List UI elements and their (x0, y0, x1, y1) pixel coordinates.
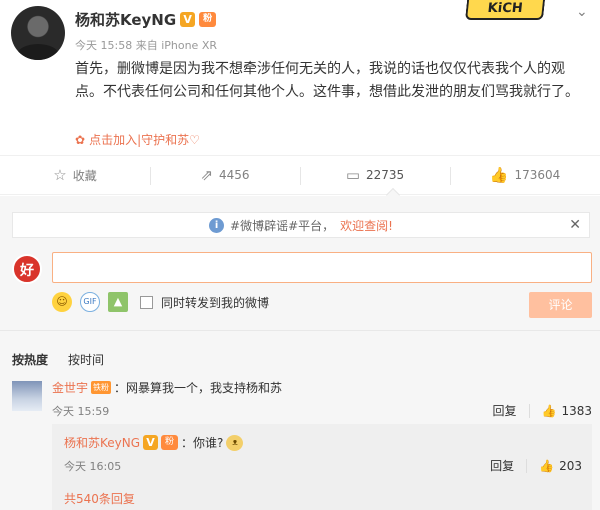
reply-author-name[interactable]: 杨和苏KeyNG (64, 434, 140, 451)
notice-link[interactable]: 欢迎查阅! (340, 217, 393, 234)
reply-like-button[interactable]: 👍 203 (539, 459, 582, 473)
rumor-notice: i #微博辟谣#平台， 欢迎查阅! ✕ (12, 212, 590, 238)
comment-text-line: 金世宇 铁粉 ：网暴算我一个，我支持杨和苏 (52, 379, 282, 396)
commenter-avatar[interactable] (12, 381, 42, 411)
reply-text: ：你谁? (181, 436, 224, 450)
comment-tools: ☺ GIF ▲ 同时转发到我的微博 (52, 292, 269, 312)
author-avatar[interactable] (11, 6, 65, 60)
tab-time[interactable]: 按时间 (68, 351, 104, 368)
comment-panel: i #微博辟谣#平台， 欢迎查阅! ✕ 好 ☺ GIF ▲ 同时转发到我的微博 评… (0, 196, 600, 510)
reply-ops: 回复 👍 203 (490, 457, 582, 474)
flower-icon: ✿ (75, 132, 86, 147)
sort-tabs: 按热度 按时间 (12, 351, 104, 368)
divider (0, 330, 600, 331)
fan-badge-icon: 铁粉 (91, 381, 112, 394)
favorite-button[interactable]: ☆ 收藏 (0, 156, 150, 194)
weibo-post: 杨和苏KeyNG V 粉 今天 15:58 来自 iPhone XR KiCH … (0, 0, 600, 155)
comment-ops: 回复 👍 1383 (492, 402, 592, 419)
star-icon: ☆ (53, 166, 67, 184)
reply-box: 杨和苏KeyNG V 粉 ：你谁? ᴥ 今天 16:05 回复 👍 203 共5… (52, 424, 592, 510)
chevron-down-icon[interactable]: ⌄ (576, 4, 588, 20)
reply-button[interactable]: 回复 (492, 402, 516, 419)
comment-text: ：网暴算我一个，我支持杨和苏 (114, 381, 283, 395)
author-name[interactable]: 杨和苏KeyNG (75, 9, 176, 30)
thumbs-up-icon: 👍 (541, 403, 557, 418)
like-count: 173604 (514, 168, 561, 182)
reply-button[interactable]: 回复 (490, 457, 514, 474)
repost-icon: ⇗ (200, 166, 214, 184)
repost-count: 4456 (219, 168, 250, 182)
action-bar: ☆ 收藏 ⇗ 4456 ▭ 22735 👍 173604 (0, 155, 600, 195)
gif-icon[interactable]: GIF (80, 292, 100, 312)
emoji-icon[interactable]: ☺ (52, 292, 72, 312)
fan-badge-icon: 粉 (161, 435, 179, 450)
divider (526, 458, 528, 473)
comment-icon: ▭ (345, 166, 360, 184)
forward-label: 同时转发到我的微博 (161, 295, 270, 310)
thumbs-up-icon: 👍 (489, 166, 509, 184)
tab-hot[interactable]: 按热度 (12, 351, 48, 368)
verified-icon: V (143, 435, 159, 450)
more-replies-link[interactable]: 共540条回复 (64, 490, 135, 507)
fan-badge-icon: 粉 (199, 12, 217, 27)
verified-icon: V (180, 12, 196, 27)
favorite-label: 收藏 (72, 168, 97, 183)
comment-like-count: 1383 (561, 403, 592, 418)
comment-button[interactable]: ▭ 22735 (300, 156, 450, 194)
comment-count: 22735 (366, 168, 405, 182)
comment-like-button[interactable]: 👍 1383 (542, 404, 593, 418)
dog-emoji-icon: ᴥ (226, 434, 244, 451)
reply-time: 今天 16:05 (64, 460, 122, 473)
decoration-sticker: KiCH (464, 0, 546, 20)
author-line: 杨和苏KeyNG V 粉 (75, 9, 217, 30)
info-icon: i (209, 217, 225, 233)
like-button[interactable]: 👍 173604 (450, 156, 600, 194)
divider (528, 403, 530, 418)
image-icon[interactable]: ▲ (108, 292, 128, 312)
supertopic-link[interactable]: ✿ 点击加入|守护和苏♡ (75, 131, 200, 148)
supertopic-label: 点击加入|守护和苏♡ (89, 133, 200, 147)
forward-checkbox[interactable] (140, 295, 153, 309)
repost-button[interactable]: ⇗ 4456 (150, 156, 300, 194)
comment-input[interactable] (52, 252, 592, 283)
notice-text: #微博辟谣#平台， (230, 218, 335, 233)
close-icon[interactable]: ✕ (569, 217, 581, 233)
reply-text-line: 杨和苏KeyNG V 粉 ：你谁? ᴥ (64, 434, 244, 451)
post-meta: 今天 15:58 来自 iPhone XR (75, 39, 217, 52)
thumbs-up-icon: 👍 (539, 458, 555, 473)
reply-like-count: 203 (559, 458, 582, 473)
post-content: 首先，删微博是因为我不想牵涉任何无关的人，我说的话也仅仅代表我个人的观点。不代表… (75, 61, 579, 100)
comment-time: 今天 15:59 (52, 405, 110, 418)
submit-comment-button[interactable]: 评论 (529, 292, 592, 318)
commenter-name[interactable]: 金世宇 (52, 379, 88, 396)
my-avatar: 好 (12, 254, 42, 284)
